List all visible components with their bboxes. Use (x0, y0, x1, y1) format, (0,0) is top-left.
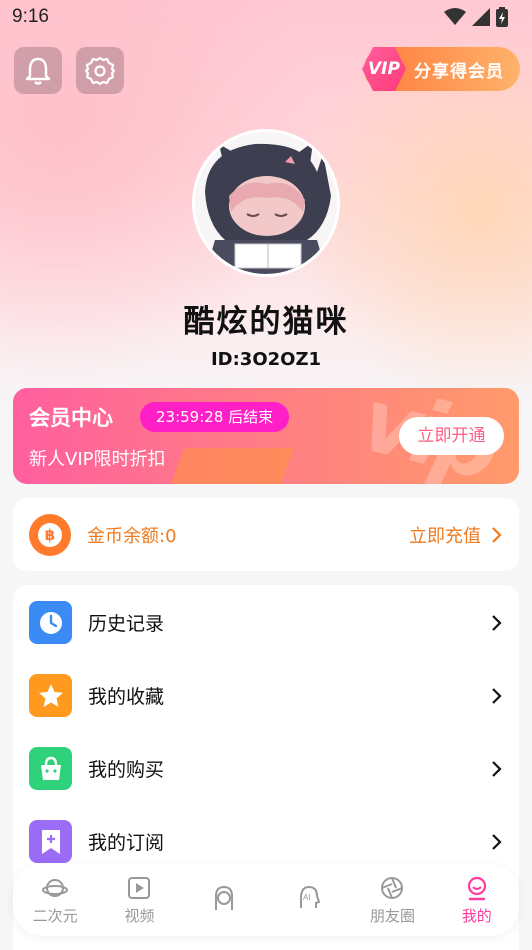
username: 酷炫的猫咪 (183, 304, 349, 340)
user-id: ID:3O2OZ1 (210, 349, 322, 370)
tab-anime[interactable]: 二次元 (13, 864, 97, 936)
menu-item-purchases[interactable]: 我的购买 (13, 732, 519, 805)
svg-text:AI: AI (303, 893, 311, 902)
girl-avatar-icon (214, 885, 233, 910)
bell-icon (25, 57, 51, 85)
chevron-right-icon (492, 687, 502, 704)
status-time: 9:16 (12, 6, 49, 27)
chevron-right-icon (492, 760, 502, 777)
menu-item-label: 我的收藏 (88, 686, 165, 708)
tab-mine[interactable]: 我的 (435, 864, 519, 936)
clock-icon (29, 601, 72, 644)
play-icon (128, 876, 151, 899)
chevron-right-icon (492, 526, 502, 543)
status-icons (444, 7, 508, 27)
wifi-icon (444, 8, 466, 25)
star-icon (29, 674, 72, 717)
profile-icon (467, 876, 486, 900)
aperture-icon (381, 876, 404, 899)
member-center-title: 会员中心 (29, 406, 113, 430)
countdown-badge: 23:59:28 后结束 (140, 402, 290, 432)
coin-glyph: ฿ (38, 522, 62, 547)
open-membership-button[interactable]: 立即开通 (399, 417, 504, 455)
menu-item-label: 历史记录 (88, 613, 165, 635)
menu-item-favorites[interactable]: 我的收藏 (13, 659, 519, 732)
share-vip-banner[interactable]: VIP 分享得会员 (362, 47, 520, 91)
avatar-illustration (195, 132, 337, 274)
member-center-card[interactable]: vip 会员中心 23:59:28 后结束 新人VIP限时折扣 立即开通 (13, 388, 519, 484)
bottom-tab-bar: 二次元 视频 AI 朋友圈 我的 (13, 864, 519, 936)
ai-face-icon: AI (300, 885, 321, 908)
menu-item-label: 我的购买 (88, 759, 165, 781)
gear-icon (85, 56, 115, 85)
tab-moments[interactable]: 朋友圈 (350, 864, 434, 936)
avatar[interactable] (192, 129, 340, 277)
vip-banner-text: 分享得会员 (414, 61, 504, 82)
tab-label: 朋友圈 (369, 906, 415, 925)
tab-video[interactable]: 视频 (97, 864, 181, 936)
tab-girl[interactable] (182, 864, 266, 936)
tab-label: 二次元 (32, 906, 78, 925)
menu-item-label: 我的订阅 (88, 832, 165, 854)
coin-balance-label: 金币余额:0 (87, 525, 177, 547)
notification-button[interactable] (14, 47, 62, 94)
chevron-right-icon (492, 614, 502, 631)
tab-label: 视频 (124, 906, 155, 925)
chevron-right-icon (492, 833, 502, 850)
menu-item-history[interactable]: 历史记录 (13, 586, 519, 659)
coin-icon: ฿ (29, 513, 71, 556)
tab-ai[interactable]: AI (266, 864, 350, 936)
planet-icon (42, 878, 69, 897)
recharge-link[interactable]: 立即充值 (409, 522, 481, 548)
coin-balance-card[interactable]: ฿ 金币余额:0 立即充值 (13, 498, 519, 571)
status-bar: 9:16 (0, 0, 532, 34)
card-decoration (162, 448, 294, 484)
shopping-bag-icon (29, 747, 72, 790)
member-promo-text: 新人VIP限时折扣 (29, 449, 166, 470)
signal-icon (472, 8, 490, 26)
settings-button[interactable] (76, 47, 124, 94)
battery-icon (496, 7, 508, 27)
bookmark-icon (29, 820, 72, 863)
tab-label: 我的 (461, 906, 492, 925)
